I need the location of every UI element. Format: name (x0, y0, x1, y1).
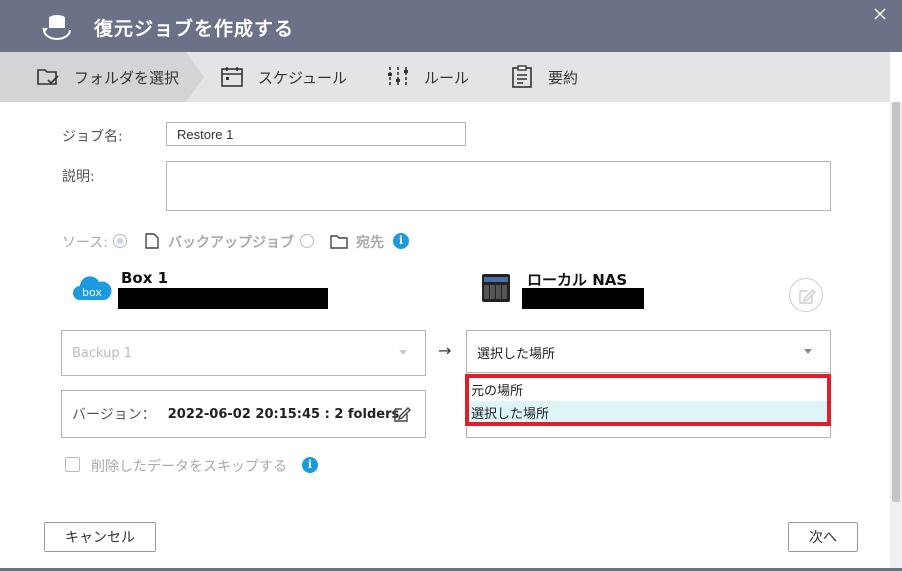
chevron-down-icon (399, 350, 407, 355)
box-logo-text: box (82, 286, 102, 299)
redacted-target-detail (522, 288, 644, 309)
source-option-backup-label: バックアップジョブ (168, 235, 294, 251)
folder-icon (330, 235, 348, 249)
location-select-value: 選択した場所 (477, 346, 556, 362)
source-label: ソース: (62, 235, 109, 251)
step-label: ルール (424, 68, 470, 87)
location-select[interactable]: 選択した場所 (466, 330, 831, 374)
edit-icon (799, 289, 816, 304)
source-radio-backup[interactable] (113, 234, 127, 248)
step-select-folder[interactable]: フォルダを選択 (0, 52, 186, 102)
version-label: バージョン： (72, 407, 156, 423)
window-title: 復元ジョブを作成する (94, 18, 295, 40)
info-icon[interactable]: i (393, 233, 409, 249)
step-rules[interactable]: ルール (386, 52, 469, 102)
target-endpoint-name: ローカル NAS (527, 271, 628, 289)
calendar-icon (221, 67, 243, 87)
annotation-highlight (465, 374, 831, 426)
skip-deleted-checkbox[interactable] (65, 457, 80, 472)
source-option-destination-label: 宛先 (356, 235, 384, 251)
step-arrow (186, 52, 204, 102)
skip-deleted-label: 削除したデータをスキップする (91, 459, 287, 475)
step-schedule[interactable]: スケジュール (220, 52, 347, 102)
direction-arrow: → (438, 341, 452, 360)
nas-device-icon (482, 274, 510, 302)
file-icon (145, 233, 159, 249)
job-name-input[interactable]: Restore 1 (166, 122, 466, 146)
scrollbar[interactable] (890, 102, 902, 571)
info-icon[interactable]: i (302, 457, 318, 473)
source-endpoint-name: Box 1 (121, 269, 169, 287)
restore-app-icon (42, 15, 71, 40)
step-label: スケジュール (258, 68, 347, 87)
step-label: 要約 (548, 68, 579, 87)
edit-icon[interactable] (393, 405, 411, 423)
clipboard-icon (512, 65, 532, 88)
version-value: 2022-06-02 20:15:45 : 2 folders (167, 406, 400, 422)
job-name-label: ジョブ名: (62, 129, 123, 145)
chevron-down-icon (804, 349, 812, 354)
edit-target-button[interactable] (789, 278, 823, 312)
scrollbar-thumb[interactable] (892, 102, 900, 502)
source-radio-destination[interactable] (300, 234, 314, 248)
folder-check-icon (37, 69, 59, 85)
box-cloud-icon: box (73, 276, 112, 300)
backup-job-select[interactable]: Backup 1 (61, 330, 426, 376)
title-bar: 復元ジョブを作成する (0, 0, 902, 52)
step-summary[interactable]: 要約 (510, 52, 578, 102)
cancel-button[interactable]: キャンセル (44, 522, 156, 552)
close-icon[interactable] (872, 6, 888, 22)
description-label: 説明: (62, 169, 95, 185)
redacted-source-detail (118, 288, 328, 309)
step-label: フォルダを選択 (74, 68, 180, 87)
next-button[interactable]: 次へ (788, 522, 858, 552)
wizard-steps: フォルダを選択 スケジュール ルール 要約 (0, 52, 890, 102)
backup-job-select-value: Backup 1 (72, 345, 133, 361)
sliders-icon (388, 67, 408, 87)
version-box: バージョン： 2022-06-02 20:15:45 : 2 folders (61, 390, 426, 438)
description-input[interactable] (166, 161, 831, 211)
